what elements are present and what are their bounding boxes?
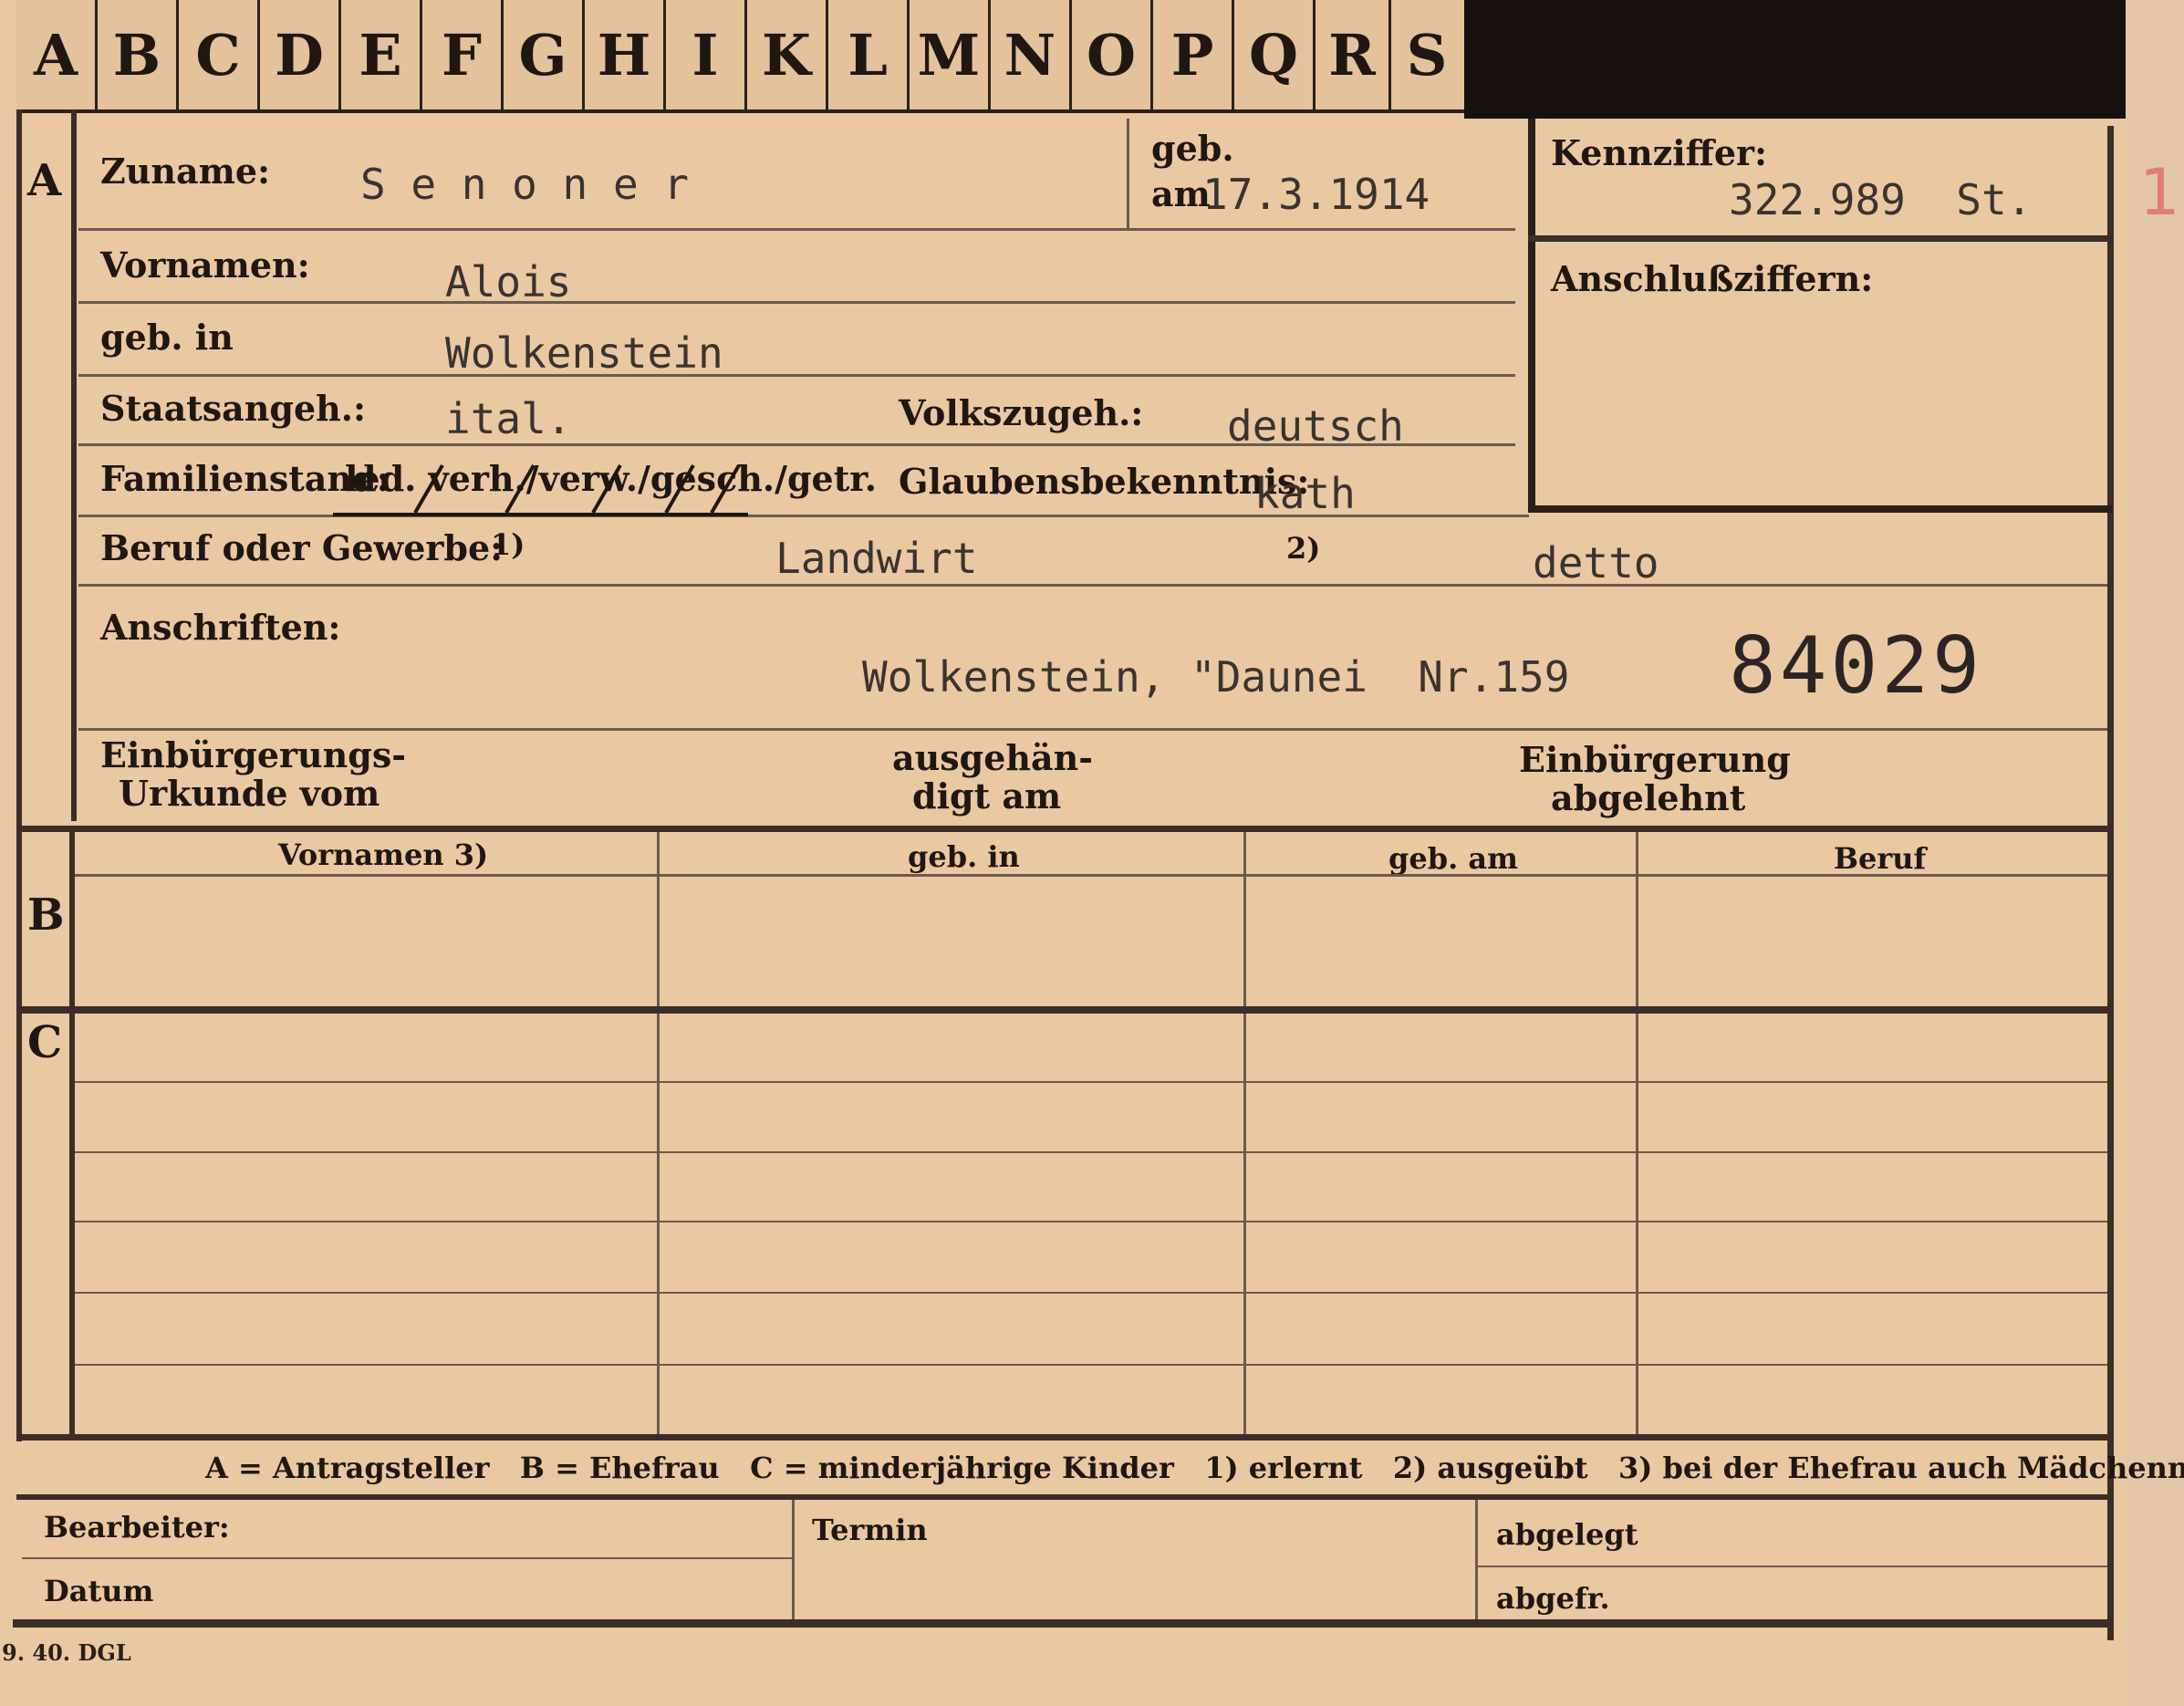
column-divider-1 [657, 832, 660, 1437]
child-row-line-1 [75, 1081, 2107, 1083]
tab-b[interactable]: B [98, 0, 179, 109]
anschluss-label: Anschlußziffern: [1551, 258, 1874, 299]
row-line-1 [78, 228, 1515, 231]
volks-value: deutsch [1227, 401, 1404, 451]
tab-o[interactable]: O [1072, 0, 1153, 109]
tab-f[interactable]: F [422, 0, 504, 109]
tab-l[interactable]: L [828, 0, 910, 109]
stamped-number: 84029 [1729, 620, 1983, 712]
gebin-value: Wolkenstein [445, 328, 723, 378]
vornamen-label: Vornamen: [100, 244, 310, 286]
tab-g[interactable]: G [504, 0, 585, 109]
abgelehnt-line2: abgelehnt [1551, 777, 1746, 818]
legend-bottom-border [16, 1494, 2111, 1500]
alphabet-tab-strip: A B C D E F G H I K L M N O P Q R S [16, 0, 1464, 113]
zuname-value: S e n o n e r [360, 160, 690, 209]
section-c-letter: C [27, 1017, 63, 1068]
tab-i[interactable]: I [666, 0, 747, 109]
anschriften-value: Wolkenstein, "Daunei Nr.159 [862, 652, 1570, 702]
kennziffer-value: 322.989 St. [1729, 175, 2033, 224]
row-line-3 [78, 374, 1515, 377]
tab-k[interactable]: K [747, 0, 828, 109]
footer-divider-2 [1475, 1500, 1478, 1619]
glauben-label: Glaubensbekenntnis: [899, 461, 1310, 502]
bearbeiter-label: Bearbeiter: [44, 1510, 230, 1545]
tab-d[interactable]: D [260, 0, 341, 109]
zuname-label: Zuname: [100, 151, 271, 192]
abgelegt-label: abgelegt [1496, 1517, 1638, 1552]
child-row-line-5 [75, 1364, 2107, 1366]
child-row-line-4 [75, 1292, 2107, 1294]
row-line-7 [78, 728, 2107, 731]
vornamen-value: Alois [445, 257, 572, 307]
tab-m[interactable]: M [910, 0, 991, 109]
print-code: 9. 40. DGL [2, 1639, 131, 1666]
tab-c[interactable]: C [179, 0, 260, 109]
tab-n[interactable]: N [991, 0, 1072, 109]
geb-label: geb. [1151, 128, 1234, 169]
tab-e[interactable]: E [341, 0, 422, 109]
section-c-top-border [16, 1006, 2111, 1014]
footer-row-line-left [22, 1557, 792, 1559]
scan-background [1464, 0, 2184, 119]
tab-s[interactable]: S [1391, 0, 1462, 109]
ausgehaendigt-line1: ausgehän- [892, 737, 1094, 778]
geb-am-value: 17.3.1914 [1202, 170, 1430, 219]
legend-top-border [16, 1434, 2111, 1441]
child-row-line-2 [75, 1151, 2107, 1153]
beruf-note-1: 1) [491, 527, 525, 562]
kennziffer-divider [1528, 235, 2112, 242]
einbuergerung-urkunde-line1: Einbürgerungs- [100, 734, 407, 775]
legend-text: A = Antragsteller B = Ehefrau C = minder… [205, 1451, 2184, 1485]
beruf-label: Beruf oder Gewerbe: [100, 527, 504, 568]
volks-label: Volkszugeh.: [899, 392, 1144, 433]
column-beruf: Beruf [1834, 841, 1927, 876]
beruf-note-2: 2) [1286, 531, 1321, 566]
abgefr-label: abgefr. [1496, 1581, 1610, 1616]
section-a-divider [71, 109, 77, 821]
section-b-top-border [16, 826, 2111, 832]
column-vornamen: Vornamen 3) [278, 837, 489, 872]
staat-label: Staatsangeh.: [100, 388, 367, 429]
staat-value: ital. [445, 394, 572, 443]
zuname-divider [1127, 119, 1129, 228]
row-line-2 [78, 301, 1515, 304]
tab-a[interactable]: A [16, 0, 98, 109]
datum-label: Datum [44, 1574, 154, 1608]
column-gebin: geb. in [908, 839, 1020, 874]
einbuergerung-urkunde-line2: Urkunde vom [119, 773, 380, 814]
frame-bottom [13, 1619, 2111, 1628]
section-a-letter: A [27, 155, 62, 206]
child-row-line-3 [75, 1221, 2107, 1222]
column-divider-2 [1243, 832, 1246, 1437]
termin-label: Termin [812, 1513, 928, 1547]
familien-strikethrough [333, 464, 748, 516]
beruf-value-ausgeuebt: detto [1533, 538, 1659, 588]
glauben-value: kath [1254, 469, 1356, 518]
section-b-letter: B [27, 889, 65, 941]
abgelehnt-line1: Einbürgerung [1519, 739, 1791, 780]
tab-q[interactable]: Q [1234, 0, 1316, 109]
gebin-label: geb. in [100, 317, 234, 358]
kennziffer-label: Kennziffer: [1551, 132, 1768, 173]
header-underline [75, 874, 2107, 877]
beruf-value-erlernt: Landwirt [775, 534, 978, 583]
ausgehaendigt-line2: digt am [912, 775, 1062, 817]
footer-row-line-right [1478, 1566, 2107, 1567]
tab-r[interactable]: R [1316, 0, 1391, 109]
row-line-6 [78, 584, 2107, 587]
section-bc-left-divider [69, 826, 75, 1437]
frame-left [16, 109, 22, 1441]
column-divider-3 [1636, 832, 1638, 1437]
red-pencil-mark: 1 [2139, 155, 2180, 230]
anschriften-label: Anschriften: [100, 607, 341, 648]
tab-p[interactable]: P [1153, 0, 1234, 109]
column-gebam: geb. am [1388, 841, 1518, 876]
footer-divider-1 [792, 1500, 795, 1619]
tab-h[interactable]: H [585, 0, 666, 109]
